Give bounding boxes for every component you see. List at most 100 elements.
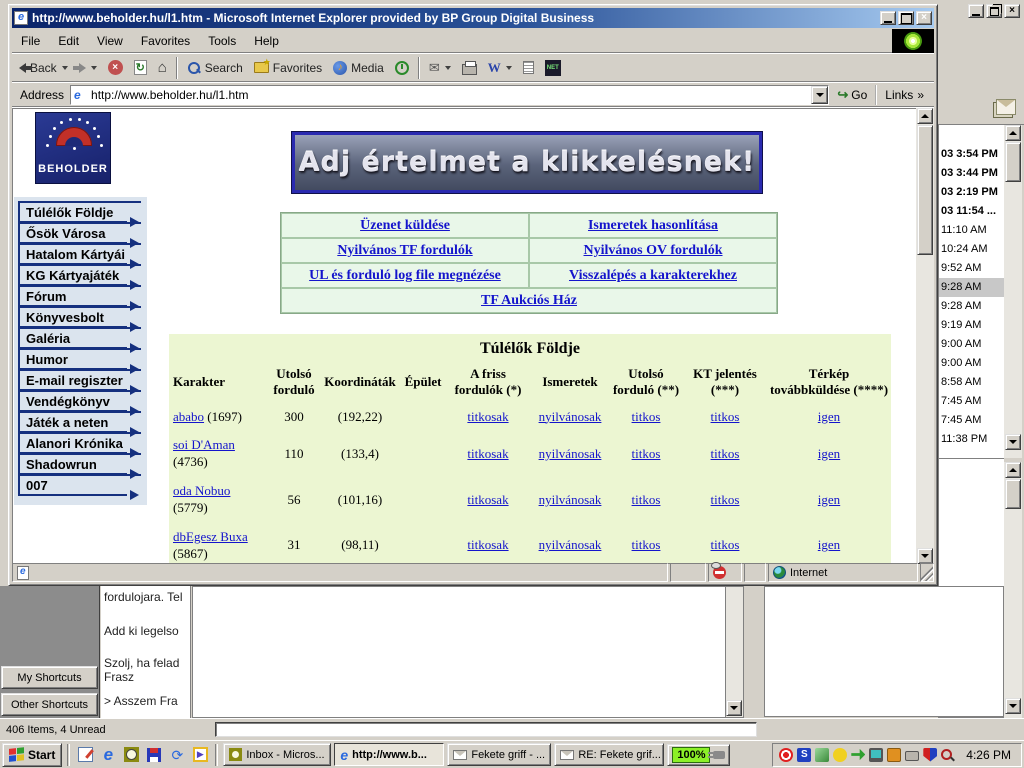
outlook-restore-button[interactable] bbox=[986, 4, 1002, 18]
kt-report-link[interactable]: titkos bbox=[711, 492, 740, 507]
ie-title-bar[interactable]: http://www.beholder.hu/l1.htm - Microsof… bbox=[12, 8, 934, 28]
reading-pane-scrollbar[interactable] bbox=[725, 587, 743, 717]
ie-minimize-button[interactable] bbox=[880, 11, 896, 25]
message-time[interactable]: 8:58 AM bbox=[939, 373, 1004, 392]
magnifier-tray-icon[interactable] bbox=[941, 749, 952, 760]
sidebar-item-galeria[interactable]: Galéria bbox=[18, 327, 141, 348]
link-tf-aukcios-haz[interactable]: TF Aukciós Ház bbox=[481, 293, 577, 309]
link-ismeretek-hasonlitasa[interactable]: Ismeretek hasonlítása bbox=[588, 218, 718, 234]
sidebar-item-osok-varosa[interactable]: Ősök Városa bbox=[18, 222, 141, 243]
runner-tray-icon[interactable] bbox=[833, 748, 847, 762]
task-browser-active[interactable]: ehttp://www.b... bbox=[334, 743, 444, 766]
fresh-turns-link[interactable]: titkosak bbox=[467, 446, 508, 461]
menu-edit[interactable]: Edit bbox=[49, 30, 88, 52]
quicklaunch-media-player-icon[interactable]: ▶ bbox=[190, 745, 210, 765]
map-forward-link[interactable]: igen bbox=[818, 492, 840, 507]
mail-dropdown-icon[interactable] bbox=[445, 66, 451, 70]
message-time[interactable]: 9:28 AM bbox=[939, 297, 1004, 316]
other-shortcuts-button[interactable]: Other Shortcuts bbox=[1, 693, 98, 716]
menu-view[interactable]: View bbox=[88, 30, 132, 52]
update-tray-icon[interactable] bbox=[851, 748, 865, 762]
sidebar-item-alanori-kronika[interactable]: Alanori Krónika bbox=[18, 432, 141, 453]
message-time-selected[interactable]: 9:28 AM bbox=[939, 278, 1004, 297]
link-visszalepes[interactable]: Visszalépés a karakterekhez bbox=[569, 268, 737, 284]
menu-favorites[interactable]: Favorites bbox=[132, 30, 199, 52]
message-time[interactable]: 11:10 AM bbox=[939, 221, 1004, 240]
resize-grip[interactable] bbox=[920, 563, 934, 582]
map-forward-link[interactable]: igen bbox=[818, 446, 840, 461]
home-button[interactable]: ⌂ bbox=[153, 56, 172, 80]
beholder-logo[interactable]: BEHOLDER bbox=[35, 112, 111, 184]
map-forward-link[interactable]: igen bbox=[818, 537, 840, 552]
quicklaunch-internet-explorer-icon[interactable]: e bbox=[98, 745, 118, 765]
message-time[interactable]: 11:38 PM bbox=[939, 430, 1004, 449]
back-button[interactable]: Back bbox=[14, 56, 73, 80]
message-time[interactable]: 9:00 AM bbox=[939, 335, 1004, 354]
message-time[interactable]: 9:00 AM bbox=[939, 354, 1004, 373]
mail-button[interactable]: ✉ bbox=[424, 56, 456, 80]
stop-button[interactable]: × bbox=[103, 56, 128, 80]
quicklaunch-show-desktop-icon[interactable]: ⟳ bbox=[167, 745, 187, 765]
task-mail-re-fekete-griff[interactable]: RE: Fekete grif... bbox=[554, 743, 664, 766]
my-shortcuts-button[interactable]: My Shortcuts bbox=[1, 666, 98, 689]
display-tray-icon[interactable] bbox=[869, 748, 883, 762]
media-button[interactable]: ♪Media bbox=[328, 56, 389, 80]
back-dropdown-icon[interactable] bbox=[62, 66, 68, 70]
pinwheel-tray-icon[interactable] bbox=[779, 748, 793, 762]
print-button[interactable] bbox=[457, 56, 482, 80]
address-input[interactable] bbox=[91, 87, 811, 103]
message-time[interactable]: 7:45 AM bbox=[939, 411, 1004, 430]
last-turn-link[interactable]: titkos bbox=[632, 446, 661, 461]
message-time[interactable]: 03 11:54 ... bbox=[939, 202, 1004, 221]
quicklaunch-compose-mail-icon[interactable] bbox=[75, 745, 95, 765]
edit-dropdown-icon[interactable] bbox=[506, 66, 512, 70]
start-button[interactable]: Start bbox=[2, 743, 62, 767]
sidebar-item-shadowrun[interactable]: Shadowrun bbox=[18, 453, 141, 474]
outlook-reading-scrollbar[interactable] bbox=[1004, 462, 1022, 718]
sidebar-item-vendegkonyv[interactable]: Vendégkönyv bbox=[18, 390, 141, 411]
sidebar-item-tulelok-foldje[interactable]: Túlélők Földje bbox=[18, 201, 141, 222]
privacy-report-icon[interactable] bbox=[713, 566, 726, 579]
sidebar-item-konyvesbolt[interactable]: Könyvesbolt bbox=[18, 306, 141, 327]
knowledge-link[interactable]: nyilvánosak bbox=[539, 446, 602, 461]
task-inbox[interactable]: Inbox - Micros... bbox=[223, 743, 331, 766]
outlook-minimize-button[interactable] bbox=[968, 4, 984, 18]
printer-tray-icon[interactable] bbox=[905, 751, 919, 761]
history-button[interactable] bbox=[390, 56, 414, 80]
kt-report-link[interactable]: titkos bbox=[711, 409, 740, 424]
search-button[interactable]: Search bbox=[182, 56, 248, 80]
outlook-close-button[interactable]: × bbox=[1004, 4, 1020, 18]
link-uzenet-kuldese[interactable]: Üzenet küldése bbox=[360, 218, 450, 234]
favorites-button[interactable]: Favorites bbox=[249, 56, 327, 80]
discuss-button[interactable] bbox=[518, 56, 539, 80]
fresh-turns-link[interactable]: titkosak bbox=[467, 492, 508, 507]
outlook-message-list[interactable]: 03 3:54 PM 03 3:44 PM 03 2:19 PM 03 11:5… bbox=[938, 125, 1004, 458]
knowledge-link[interactable]: nyilvánosak bbox=[539, 492, 602, 507]
link-nyilvanos-tf-fordulok[interactable]: Nyilvános TF fordulók bbox=[337, 243, 472, 259]
link-ul-log-file[interactable]: UL és forduló log file megnézése bbox=[309, 268, 501, 284]
links-toolbar[interactable]: Links» bbox=[875, 85, 932, 105]
map-forward-link[interactable]: igen bbox=[818, 409, 840, 424]
character-link[interactable]: dbEgesz Buxa bbox=[173, 529, 248, 544]
kt-report-link[interactable]: titkos bbox=[711, 446, 740, 461]
menu-help[interactable]: Help bbox=[245, 30, 288, 52]
edit-button[interactable]: W bbox=[483, 56, 517, 80]
quicklaunch-save-icon[interactable] bbox=[144, 745, 164, 765]
kt-report-link[interactable]: titkos bbox=[711, 537, 740, 552]
shield-tray-icon[interactable] bbox=[923, 748, 937, 762]
quicklaunch-outlook-icon[interactable] bbox=[121, 745, 141, 765]
link-nyilvanos-ov-fordulok[interactable]: Nyilvános OV fordulók bbox=[584, 243, 723, 259]
refresh-button[interactable]: ↻ bbox=[129, 56, 152, 80]
sidebar-item-forum[interactable]: Fórum bbox=[18, 285, 141, 306]
fresh-turns-link[interactable]: titkosak bbox=[467, 409, 508, 424]
fresh-turns-link[interactable]: titkosak bbox=[467, 537, 508, 552]
last-turn-link[interactable]: titkos bbox=[632, 409, 661, 424]
message-time[interactable]: 9:52 AM bbox=[939, 259, 1004, 278]
browser-vertical-scrollbar[interactable] bbox=[916, 108, 934, 564]
menu-tools[interactable]: Tools bbox=[199, 30, 245, 52]
task-mail-fekete-griff[interactable]: Fekete griff - ... bbox=[447, 743, 551, 766]
character-link[interactable]: oda Nobuo bbox=[173, 483, 230, 498]
forward-dropdown-icon[interactable] bbox=[91, 66, 97, 70]
knowledge-link[interactable]: nyilvánosak bbox=[539, 537, 602, 552]
message-time[interactable]: 10:24 AM bbox=[939, 240, 1004, 259]
